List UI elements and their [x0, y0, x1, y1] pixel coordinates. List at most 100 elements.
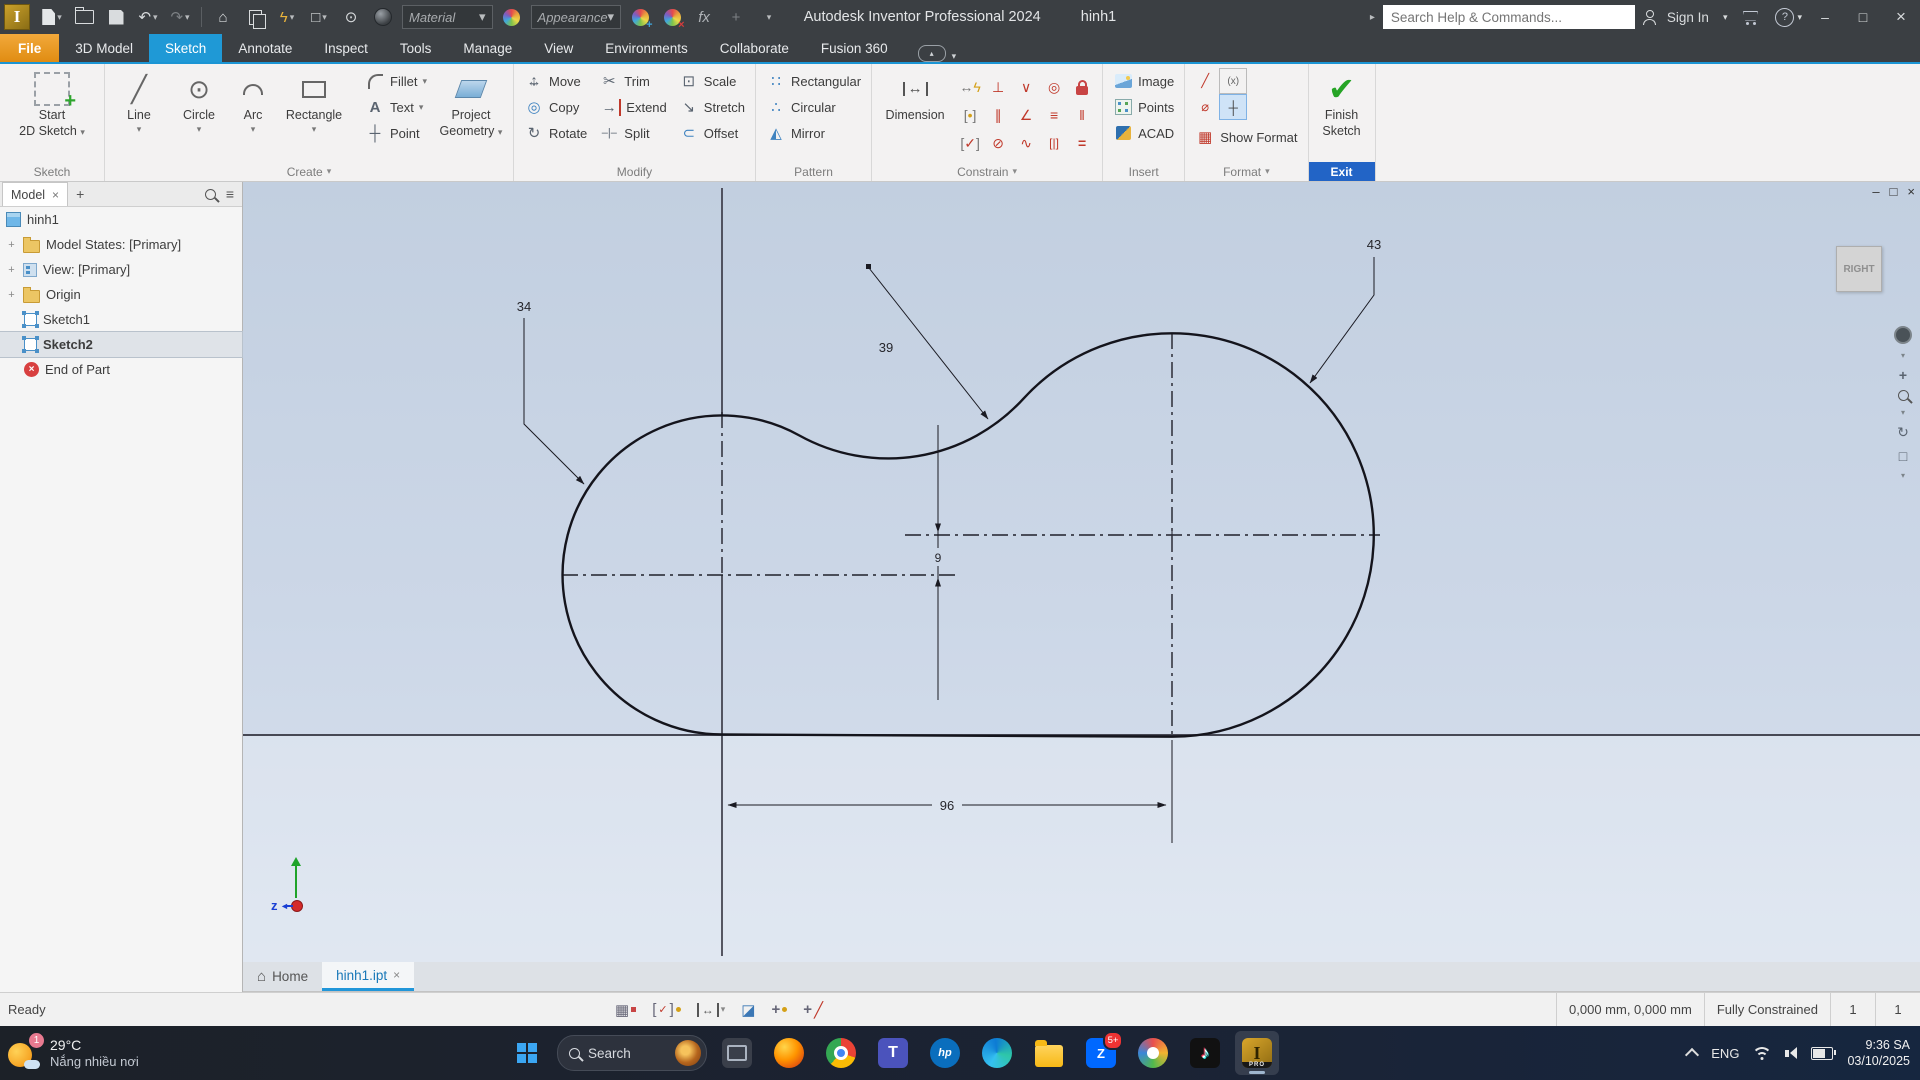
tab-sketch[interactable]: Sketch [149, 34, 222, 62]
close-button[interactable]: × [1886, 4, 1916, 30]
trim-button[interactable]: ✂Trim [595, 68, 670, 94]
tree-item-sketch1[interactable]: Sketch1 [0, 307, 242, 332]
smooth-constraint-button[interactable]: ∿ [1012, 129, 1040, 157]
navbar-caret[interactable]: ▾ [1901, 471, 1905, 480]
search-expand-icon[interactable]: ▸ [1370, 12, 1375, 23]
update-button[interactable]: ϟ▾ [271, 4, 303, 30]
show-degrees-of-freedom-toggle[interactable]: + [771, 1001, 787, 1018]
wifi-icon[interactable] [1753, 1047, 1771, 1060]
orbit-icon[interactable]: ↻ [1897, 424, 1909, 441]
extend-button[interactable]: →Extend [595, 94, 670, 120]
select-tool-button[interactable]: ⊙ [335, 4, 367, 30]
appearance-wheel-button[interactable] [496, 4, 528, 30]
constraint-settings-button[interactable]: [✓] [956, 129, 984, 157]
driven-dimension-button[interactable]: (x) [1219, 68, 1247, 94]
doc-restore-icon[interactable]: □ [1890, 184, 1898, 199]
constraint-status-toggle[interactable]: +╱ [803, 1001, 823, 1019]
render-button[interactable] [367, 4, 399, 30]
equal-constraint-button[interactable]: = [1068, 129, 1096, 157]
insert-acad-button[interactable]: ACAD [1109, 120, 1178, 146]
coincident-constraint-button[interactable]: ∨ [1012, 73, 1040, 101]
new-file-button[interactable]: ▾ [36, 4, 68, 30]
point-button[interactable]: ┼Point [361, 120, 431, 146]
taskbar-app-teams[interactable]: T [871, 1031, 915, 1075]
navbar-caret[interactable]: ▾ [1901, 408, 1905, 417]
construction-toggle-button[interactable]: ╱ [1191, 68, 1219, 94]
copy-button[interactable]: ◎Copy [520, 94, 591, 120]
vertical-constraint-button[interactable]: ‖ [1068, 101, 1096, 129]
mirror-button[interactable]: ◭Mirror [762, 120, 865, 146]
tab-annotate[interactable]: Annotate [222, 34, 308, 62]
taskbar-app-firefox[interactable] [767, 1031, 811, 1075]
hidden-icons-chevron[interactable] [1685, 1048, 1699, 1062]
start-button[interactable] [505, 1031, 549, 1075]
browser-search-icon[interactable] [205, 189, 216, 200]
fillet-button[interactable]: Fillet▾ [361, 68, 431, 94]
taskbar-app-window[interactable] [715, 1031, 759, 1075]
sign-in-button[interactable]: Sign In ▾ [1643, 10, 1728, 25]
tree-item-root[interactable]: hinh1 [0, 207, 242, 232]
line-button[interactable]: ╱ Line▾ [111, 68, 167, 162]
dimension-9[interactable]: 9 [935, 551, 942, 565]
help-search-input[interactable] [1383, 5, 1635, 29]
insert-panel-label[interactable]: Insert [1103, 162, 1184, 181]
circular-pattern-button[interactable]: ∴Circular [762, 94, 865, 120]
insert-image-button[interactable]: Image [1109, 68, 1178, 94]
tab-3d-model[interactable]: 3D Model [59, 34, 149, 62]
tab-manage[interactable]: Manage [447, 34, 528, 62]
tree-item-origin[interactable]: +Origin [0, 282, 242, 307]
material-dropdown[interactable]: Material▾ [402, 5, 493, 29]
stretch-button[interactable]: ↘Stretch [675, 94, 749, 120]
dimension-34-leader[interactable] [524, 318, 584, 484]
rectangle-button[interactable]: Rectangle▾ [279, 68, 349, 162]
taskbar-app-file-explorer[interactable] [1027, 1031, 1071, 1075]
dimension-43-leader[interactable] [1310, 257, 1374, 383]
rotate-button[interactable]: ↻Rotate [520, 120, 591, 146]
tab-file[interactable]: File [0, 34, 59, 62]
snap-to-grid-toggle[interactable]: ▦ [615, 1001, 636, 1019]
browser-tab-model[interactable]: Model× [2, 182, 68, 206]
close-browser-tab-icon[interactable]: × [52, 188, 59, 202]
dimension-button[interactable]: ↔ Dimension [878, 68, 952, 162]
scale-button[interactable]: ⊡Scale [675, 68, 749, 94]
tree-item-end-of-part[interactable]: ×End of Part [0, 357, 242, 382]
browser-menu-icon[interactable]: ≡ [226, 186, 234, 202]
redo-button[interactable]: ↷▾ [164, 4, 196, 30]
undo-button[interactable]: ↶▾ [132, 4, 164, 30]
doc-minimize-icon[interactable]: – [1872, 184, 1879, 199]
store-button[interactable] [1735, 4, 1767, 30]
look-at-icon[interactable]: □ [1899, 448, 1907, 464]
navbar-caret[interactable]: ▾ [1901, 351, 1905, 360]
new-window-button[interactable] [239, 4, 271, 30]
centerline-toggle-button[interactable]: ⌀ [1191, 94, 1219, 120]
taskbar-app-hp[interactable]: hp [923, 1031, 967, 1075]
tab-inspect[interactable]: Inspect [308, 34, 384, 62]
screen-capture-button[interactable]: □▾ [303, 4, 335, 30]
zoom-icon[interactable] [1898, 390, 1909, 401]
start-2d-sketch-button[interactable]: Start 2D Sketch ▾ [12, 68, 92, 162]
taskbar-app-chrome[interactable] [819, 1031, 863, 1075]
view-cube[interactable]: RIGHT [1836, 246, 1882, 292]
weather-widget[interactable]: 1 29°C Nắng nhiều nơi [8, 1030, 139, 1076]
appearance-dropdown[interactable]: Appearance▾ [531, 5, 622, 29]
close-document-icon[interactable]: × [393, 968, 400, 982]
move-button[interactable]: ↔↕Move [520, 68, 591, 94]
perpendicular-constraint-button[interactable]: ⊥ [984, 73, 1012, 101]
clear-appearance-button[interactable] [656, 4, 688, 30]
dimension-43[interactable]: 43 [1367, 237, 1381, 252]
add-command-button[interactable]: + [720, 4, 752, 30]
show-format-button[interactable]: ▦Show Format [1191, 124, 1301, 150]
expand-icon[interactable]: + [6, 264, 17, 276]
navigation-wheel-icon[interactable] [1894, 326, 1912, 344]
insert-points-button[interactable]: Points [1109, 94, 1178, 120]
tab-fusion-360[interactable]: Fusion 360 [805, 34, 904, 62]
constraint-inference-toggle[interactable]: [✓] [652, 1001, 681, 1018]
adjust-appearance-button[interactable] [624, 4, 656, 30]
inventor-logo-icon[interactable]: I [4, 4, 30, 30]
format-panel-label[interactable]: Format▾ [1185, 162, 1307, 181]
text-button[interactable]: AText▾ [361, 94, 431, 120]
taskbar-app-coccoc[interactable] [1131, 1031, 1175, 1075]
tree-item-sketch2[interactable]: Sketch2 [0, 332, 242, 357]
pan-icon[interactable]: + [1899, 367, 1907, 383]
parameters-button[interactable]: fx [688, 4, 720, 30]
